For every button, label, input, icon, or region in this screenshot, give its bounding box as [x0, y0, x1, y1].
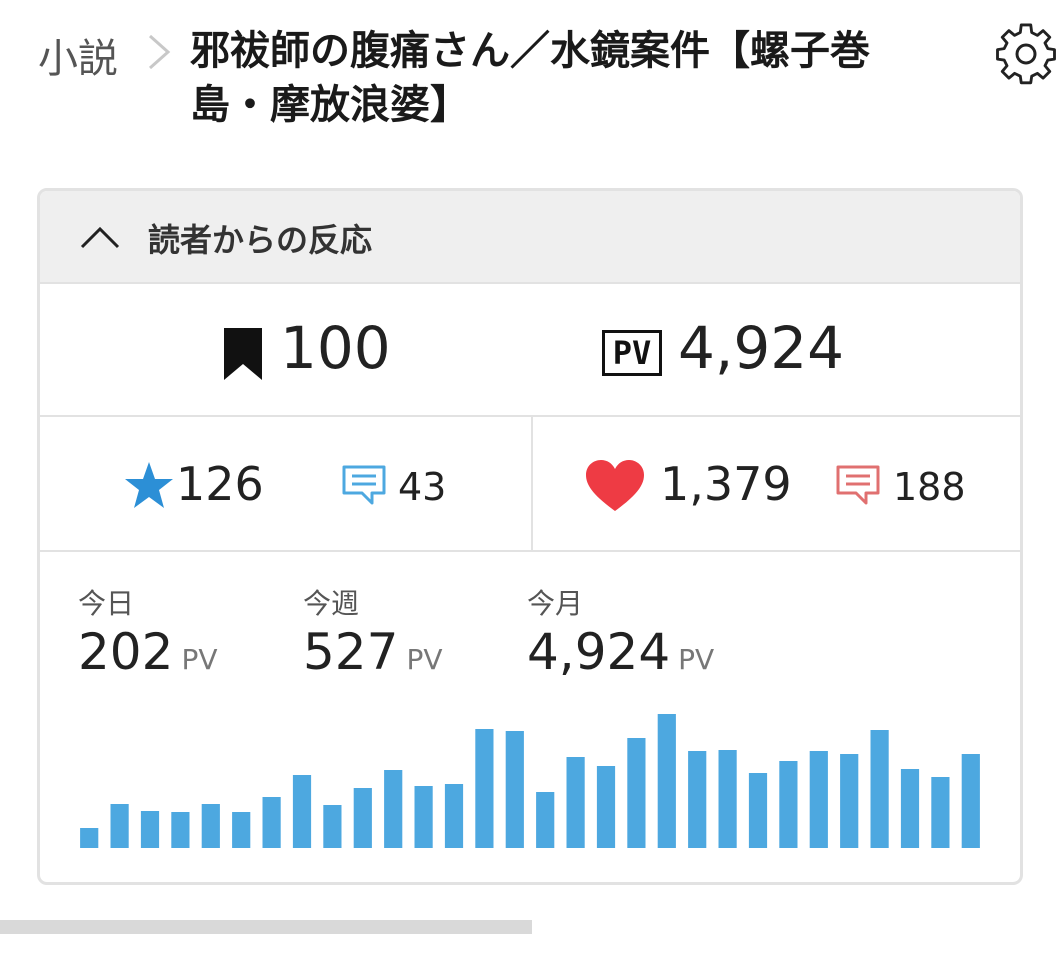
reactions-row: 126 43 1,379 188	[40, 417, 1020, 552]
chart-bar	[110, 804, 129, 848]
chart-bar	[900, 769, 920, 848]
stat-week-value: 527	[303, 623, 399, 681]
chart-bar	[475, 729, 494, 848]
chart-bar	[262, 797, 281, 848]
comment-icon	[836, 465, 880, 505]
comment-icon	[342, 465, 386, 505]
chart-bar	[627, 738, 646, 848]
pv-stats-section: 今日 202 PV 今週 527 PV 今月 4,924 PV	[40, 552, 1020, 882]
like-count: 1,379	[660, 457, 792, 511]
chart-bar	[870, 730, 889, 848]
bookmark-icon	[224, 328, 262, 380]
stat-today-value: 202	[78, 623, 174, 681]
stat-month-unit: PV	[678, 643, 715, 676]
breadcrumb-title: 邪祓師の腹痛さん／水鏡案件【螺子巻島・摩放浪婆】	[190, 28, 870, 128]
chart-bar	[353, 788, 372, 848]
chart-bar	[536, 792, 555, 848]
chevron-right-icon	[149, 34, 171, 70]
chart-bar	[171, 812, 190, 848]
star-icon	[125, 462, 173, 508]
chevron-up-icon	[80, 226, 120, 249]
bookmark-count: 100	[280, 314, 391, 382]
page-header: 小説 邪祓師の腹痛さん／水鏡案件【螺子巻島・摩放浪婆】	[0, 0, 1063, 160]
chart-bar	[323, 805, 342, 848]
reactions-divider	[531, 417, 533, 552]
chart-bar	[596, 766, 616, 848]
chart-bar	[931, 777, 950, 848]
chart-bar	[779, 761, 798, 848]
chart-bar	[809, 751, 828, 848]
pv-icon-text: PV	[612, 334, 652, 372]
chart-bar	[688, 751, 707, 848]
chart-bar	[140, 811, 160, 848]
chart-bar	[292, 775, 312, 848]
heart-icon	[586, 460, 644, 511]
chart-bar	[840, 754, 859, 848]
chart-bar	[718, 750, 737, 848]
stat-month: 今月 4,924 PV	[527, 582, 714, 682]
stat-today-unit: PV	[181, 643, 218, 676]
star-count: 126	[176, 457, 264, 511]
pv-icon: PV	[602, 330, 662, 376]
chart-bar	[657, 714, 676, 848]
chart-bar	[80, 828, 99, 848]
panel-toggle-header[interactable]: 読者からの反応	[40, 191, 1020, 284]
chart-bar	[232, 812, 251, 848]
stat-today: 今日 202 PV	[78, 582, 217, 682]
chart-bar	[201, 804, 220, 848]
stat-month-value: 4,924	[527, 623, 671, 681]
totals-row: 100 PV 4,924	[40, 284, 1020, 417]
breadcrumb-root-link[interactable]: 小説	[38, 26, 118, 84]
chart-bar	[414, 786, 433, 848]
daily-pv-bar-chart	[80, 714, 980, 848]
stat-week-unit: PV	[406, 643, 443, 676]
chart-bar	[444, 784, 464, 848]
chart-bar	[566, 757, 585, 848]
stat-week-label: 今週	[303, 587, 360, 620]
stat-month-label: 今月	[527, 587, 584, 620]
gear-icon[interactable]	[994, 22, 1058, 86]
chart-bar	[748, 773, 768, 848]
chart-bar	[505, 731, 524, 848]
chart-bar	[961, 754, 980, 848]
page-view-count: 4,924	[678, 314, 845, 382]
horizontal-scrollbar[interactable]	[0, 920, 532, 934]
chart-bar	[384, 770, 403, 848]
stat-week: 今週 527 PV	[303, 582, 442, 682]
reader-reaction-panel: 読者からの反応 100 PV 4,924 126 43 1,379 188 今日…	[37, 188, 1023, 885]
like-comment-count: 188	[893, 465, 966, 509]
star-comment-count: 43	[398, 465, 447, 509]
panel-heading: 読者からの反応	[148, 221, 373, 259]
stat-today-label: 今日	[78, 587, 135, 620]
